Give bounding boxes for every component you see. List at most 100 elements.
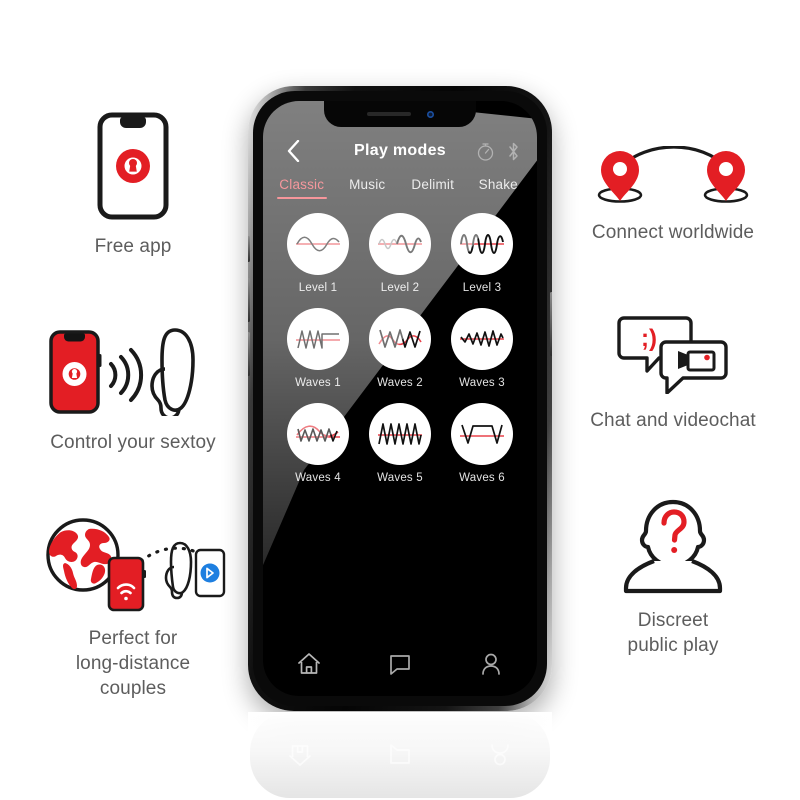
chat-videochat-caption: Chat and videochat xyxy=(590,410,756,431)
connect-worldwide-art xyxy=(588,146,758,206)
feature-chat-videochat: ;) Chat and videochat xyxy=(558,314,788,433)
wave-pattern-6-icon xyxy=(460,424,504,444)
profile-icon xyxy=(482,653,501,675)
phone-reflection xyxy=(250,712,550,798)
volume-down-button[interactable] xyxy=(248,332,250,376)
free-app-art xyxy=(97,112,169,220)
reflection-chat-icon xyxy=(350,742,450,768)
tab-classic-label: Classic xyxy=(279,177,325,192)
mode-tile-waves-1[interactable]: Waves 1 xyxy=(277,308,359,389)
chat-icon xyxy=(390,655,410,675)
anonymous-person-question-icon xyxy=(623,499,723,594)
tab-shake-label: Shake xyxy=(478,177,518,192)
speaker-slit-icon xyxy=(366,112,411,116)
wave-pattern-5-icon xyxy=(378,423,422,445)
chat-emoticon: ;) xyxy=(641,325,657,352)
mode-tile-level-1[interactable]: Level 1 xyxy=(277,213,359,294)
tab-delimit-label: Delimit xyxy=(411,177,455,192)
globe-phone-toy-bluetooth-icon xyxy=(46,518,226,612)
phone-reflection-body xyxy=(250,712,550,798)
profile-icon xyxy=(491,744,509,766)
tab-music[interactable]: Music xyxy=(335,177,401,199)
mode-tile-level-3[interactable]: Level 3 xyxy=(441,213,523,294)
phone-bezel: Play modes Classic Music Delimit Shake L… xyxy=(253,91,547,706)
power-button[interactable] xyxy=(550,292,552,356)
mode-tile-level-2[interactable]: Level 2 xyxy=(359,213,441,294)
phone-screen: Play modes Classic Music Delimit Shake L… xyxy=(263,101,537,696)
mode-label-level-3: Level 3 xyxy=(462,282,502,294)
chat-videochat-art: ;) xyxy=(616,314,730,394)
phone-signal-toy-icon xyxy=(49,328,195,416)
feature-discreet-play: Discreet public play xyxy=(558,498,788,658)
reflection-profile-icon xyxy=(450,742,550,768)
mode-tile-waves-6[interactable]: Waves 6 xyxy=(441,403,523,484)
tab-classic[interactable]: Classic xyxy=(269,177,335,199)
mode-icon-waves-1 xyxy=(287,308,349,370)
feature-connect-worldwide: Connect worldwide xyxy=(558,146,788,245)
wave-level-2-icon xyxy=(378,234,422,254)
connect-worldwide-caption: Connect worldwide xyxy=(591,222,755,243)
mode-icon-waves-5 xyxy=(369,403,431,465)
mute-switch[interactable] xyxy=(248,236,250,262)
mode-tile-waves-2[interactable]: Waves 2 xyxy=(359,308,441,389)
mode-icon-waves-3 xyxy=(451,308,513,370)
feature-long-distance: Perfect for long-distance couples xyxy=(18,512,248,701)
nav-home[interactable] xyxy=(263,651,354,677)
play-mode-tabs: Classic Music Delimit Shake xyxy=(263,177,537,199)
volume-up-button[interactable] xyxy=(248,278,250,322)
discreet-play-art xyxy=(609,498,737,594)
wave-pattern-2-icon xyxy=(378,329,422,348)
mode-label-waves-2: Waves 2 xyxy=(377,377,423,389)
feature-overview-page: Free app Control your sextoy Perfect for… xyxy=(0,0,800,800)
phone-with-lock-badge-icon xyxy=(97,112,169,220)
speech-bubbles-videocam-icon: ;) xyxy=(617,316,728,394)
mode-tile-waves-4[interactable]: Waves 4 xyxy=(277,403,359,484)
mode-label-waves-4: Waves 4 xyxy=(295,472,341,484)
reflection-home-icon xyxy=(250,742,350,768)
mode-icon-level-3 xyxy=(451,213,513,275)
long-distance-art xyxy=(33,512,233,612)
wave-pattern-1-icon xyxy=(296,330,340,349)
home-icon xyxy=(297,653,320,674)
mode-icon-waves-6 xyxy=(451,403,513,465)
phone-mockup: Play modes Classic Music Delimit Shake L… xyxy=(248,86,552,711)
wave-pattern-3-icon xyxy=(460,330,504,347)
long-distance-caption: Perfect for long-distance couples xyxy=(75,628,191,700)
play-mode-grid: Level 1 Level 2 Level 3 Waves 1 Waves 2 … xyxy=(263,199,537,484)
timer-icon[interactable] xyxy=(477,142,494,161)
mode-tile-waves-5[interactable]: Waves 5 xyxy=(359,403,441,484)
bluetooth-icon[interactable] xyxy=(508,142,519,161)
mode-label-waves-3: Waves 3 xyxy=(459,377,505,389)
front-camera-icon xyxy=(426,110,434,118)
control-sextoy-caption: Control your sextoy xyxy=(50,432,216,453)
bottom-navigation xyxy=(263,632,537,696)
chevron-left-icon xyxy=(287,140,299,162)
mode-icon-level-2 xyxy=(369,213,431,275)
back-button[interactable] xyxy=(281,139,305,163)
app-bar-actions xyxy=(477,142,519,161)
notch xyxy=(324,101,476,127)
wave-level-3-icon xyxy=(460,234,504,254)
nav-profile[interactable] xyxy=(446,651,537,677)
mode-label-waves-5: Waves 5 xyxy=(377,472,423,484)
tab-shake[interactable]: Shake xyxy=(466,177,532,199)
mode-label-waves-1: Waves 1 xyxy=(295,377,341,389)
nav-chat[interactable] xyxy=(354,651,445,677)
feature-control-sextoy: Control your sextoy xyxy=(18,322,248,455)
discreet-play-caption: Discreet public play xyxy=(627,610,719,657)
tab-delimit[interactable]: Delimit xyxy=(400,177,466,199)
mode-label-level-2: Level 2 xyxy=(380,282,420,294)
mode-tile-waves-3[interactable]: Waves 3 xyxy=(441,308,523,389)
app-ui: Play modes Classic Music Delimit Shake L… xyxy=(263,101,537,696)
control-sextoy-art xyxy=(47,322,219,416)
mode-icon-waves-4 xyxy=(287,403,349,465)
wave-level-1-icon xyxy=(296,236,340,252)
two-map-pins-arc-icon xyxy=(597,146,749,203)
tab-music-label: Music xyxy=(349,177,386,192)
mode-icon-waves-2 xyxy=(369,308,431,370)
phone-frame: Play modes Classic Music Delimit Shake L… xyxy=(248,86,552,711)
mode-label-waves-6: Waves 6 xyxy=(459,472,505,484)
home-icon xyxy=(289,745,311,766)
chat-icon xyxy=(390,744,410,764)
reflection-fade xyxy=(248,712,552,800)
